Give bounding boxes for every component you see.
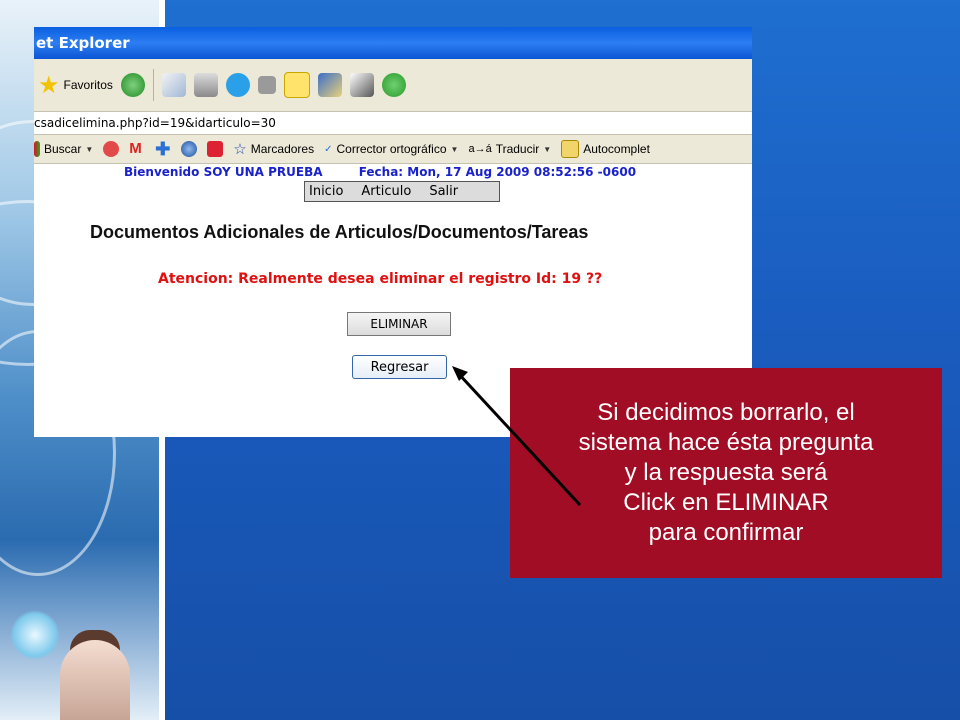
browser-toolbar: ★ Favoritos [34, 59, 752, 112]
chevron-down-icon: ▼ [85, 144, 94, 154]
star-icon: ★ [38, 71, 60, 99]
welcome-line: Bienvenido SOY UNA PRUEBA Fecha: Mon, 17… [124, 165, 636, 179]
date-text: Fecha: Mon, 17 Aug 2009 08:52:56 -0600 [358, 165, 637, 179]
traducir-button[interactable]: a→á Traducir ▼ [468, 142, 551, 156]
plus-icon[interactable]: ✚ [155, 140, 171, 158]
autocompletar-label: Autocomplet [583, 142, 650, 156]
skype-icon[interactable] [225, 73, 250, 97]
site-menu: Inicio Articulo Salir [304, 181, 500, 202]
buscar-label: Buscar [44, 142, 82, 156]
callout-line: Click en ELIMINAR [623, 489, 829, 516]
edit-icon[interactable] [257, 76, 276, 94]
history-icon[interactable] [120, 73, 145, 97]
menu-item-salir[interactable]: Salir [429, 184, 458, 199]
gmail-icon[interactable]: M [129, 141, 145, 157]
corrector-label: Corrector ortográfico [336, 142, 447, 156]
delete-warning: Atencion: Realmente desea eliminar el re… [158, 271, 603, 287]
research-icon[interactable] [317, 73, 342, 97]
regresar-button[interactable]: Regresar [352, 355, 447, 379]
menu-item-articulo[interactable]: Articulo [361, 184, 411, 199]
marcadores-button[interactable]: ☆ Marcadores [233, 140, 314, 158]
corrector-button[interactable]: ✓ Corrector ortográfico ▼ [324, 142, 458, 156]
chevron-down-icon: ▼ [543, 144, 552, 154]
globe-icon[interactable] [181, 141, 198, 157]
spellcheck-icon: ✓ [324, 143, 333, 155]
translate-icon: a→á [468, 143, 492, 155]
favorites-label: Favoritos [63, 78, 113, 92]
print-icon[interactable] [193, 73, 218, 97]
chevron-down-icon: ▼ [450, 144, 459, 154]
google-icon [34, 141, 40, 157]
touch-icon [10, 610, 60, 660]
tools-icon[interactable] [349, 73, 374, 97]
bookmark-star-icon: ☆ [233, 141, 247, 158]
autocompletar-button[interactable]: Autocomplet [561, 140, 650, 158]
favorites-button[interactable]: ★ Favoritos [38, 71, 113, 100]
popup-icon[interactable] [207, 141, 224, 157]
pagerank-icon[interactable] [103, 141, 120, 157]
explanation-callout: Si decidimos borrarlo, el sistema hace é… [510, 368, 942, 578]
note-icon[interactable] [283, 72, 310, 98]
links-toolbar: Buscar ▼ M ✚ ☆ Marcadores ✓ Corrector or… [34, 135, 752, 164]
menu-item-inicio[interactable]: Inicio [309, 184, 343, 199]
welcome-text: Bienvenido SOY UNA PRUEBA [124, 165, 323, 179]
messenger-icon[interactable] [381, 73, 406, 97]
page-title: Documentos Adicionales de Articulos/Docu… [90, 222, 589, 242]
buscar-button[interactable]: Buscar ▼ [34, 141, 93, 157]
autofill-icon [561, 140, 580, 158]
toolbar-separator [152, 69, 154, 101]
mail-icon[interactable] [161, 73, 186, 97]
person-image [60, 640, 130, 720]
callout-line: y la respuesta será [624, 459, 828, 486]
eliminar-button[interactable]: ELIMINAR [347, 312, 451, 336]
window-title: et Explorer [34, 27, 752, 59]
callout-line: sistema hace ésta pregunta [578, 429, 874, 456]
callout-line: Si decidimos borrarlo, el [597, 399, 855, 426]
traducir-label: Traducir [495, 142, 540, 156]
address-input[interactable]: csadicelimina.php?id=19&idarticulo=30 [34, 112, 752, 135]
marcadores-label: Marcadores [250, 142, 315, 156]
callout-line: para confirmar [648, 519, 804, 546]
